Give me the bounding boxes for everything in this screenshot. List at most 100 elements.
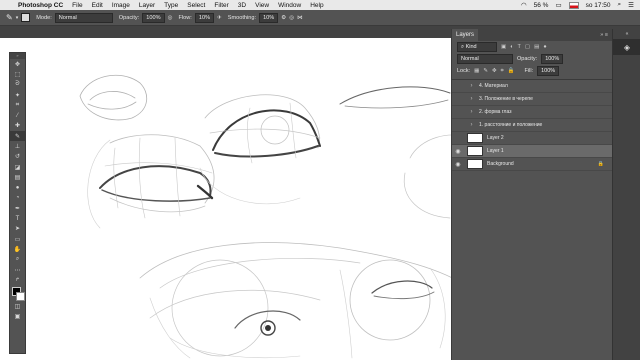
battery-icon[interactable]: ▭ (555, 1, 561, 9)
symmetry-icon[interactable]: ⋈ (297, 15, 303, 21)
menu-select[interactable]: Select (187, 2, 205, 9)
filter-pixel-icon[interactable]: ▣ (501, 44, 506, 50)
notification-center-icon[interactable]: ☰ (628, 1, 634, 9)
layer-row-selected[interactable]: ◉ Layer 1 (452, 145, 612, 158)
smoothing-settings-icon[interactable]: ⚙ (281, 15, 286, 21)
filter-adjustment-icon[interactable]: ◐ (510, 44, 513, 50)
lock-transparency-icon[interactable]: ▦ (474, 68, 479, 75)
layer-name[interactable]: Background (487, 161, 514, 167)
healing-brush-tool-icon[interactable]: ✚ (10, 121, 25, 131)
group-folder-icon[interactable]: › (464, 109, 479, 115)
layer-row-group[interactable]: › 4. Материал (452, 80, 612, 93)
wifi-icon[interactable]: ◠ (521, 1, 527, 9)
layer-filter-dropdown[interactable]: ⌕ Kind (457, 42, 497, 52)
visibility-eye-icon[interactable]: ◉ (452, 161, 464, 168)
brush-tool-icon[interactable]: ✎ (10, 131, 25, 142)
layers-panel-icon[interactable]: ◈ (613, 39, 640, 55)
opacity-label: Opacity: (517, 56, 538, 62)
layer-name[interactable]: Layer 2 (487, 135, 504, 141)
zoom-tool-icon[interactable]: ⌕ (10, 255, 25, 265)
opacity-field[interactable]: 100% (142, 12, 165, 23)
battery-percent[interactable]: 56 % (534, 2, 549, 9)
pen-tool-icon[interactable]: ✒ (10, 203, 25, 213)
menu-window[interactable]: Window (278, 2, 301, 9)
dock-collapse-icon[interactable]: « (613, 29, 640, 39)
quick-mask-icon[interactable]: ◫ (10, 302, 25, 312)
layer-row-group[interactable]: › 3. Положение в черепе (452, 93, 612, 106)
blur-tool-icon[interactable]: ● (10, 183, 25, 193)
swap-colors-icon[interactable]: ↱ (10, 275, 25, 285)
history-brush-tool-icon[interactable]: ↺ (10, 152, 25, 162)
gradient-tool-icon[interactable]: ▤ (10, 172, 25, 182)
screen-mode-icon[interactable]: ▣ (10, 312, 25, 322)
menu-file[interactable]: File (72, 2, 82, 9)
type-tool-icon[interactable]: T (10, 213, 25, 223)
background-color[interactable] (16, 291, 25, 301)
filter-toggle-icon[interactable]: ● (543, 44, 546, 50)
menu-filter[interactable]: Filter (214, 2, 228, 9)
visibility-eye-icon[interactable]: ◉ (452, 148, 464, 155)
layer-name[interactable]: 1. расстояние и положение (479, 122, 542, 128)
blend-mode-dropdown[interactable]: Normal (457, 54, 513, 64)
layer-row[interactable]: Layer 2 (452, 132, 612, 145)
fill-field[interactable]: 100% (537, 66, 560, 76)
flow-field[interactable]: 10% (194, 12, 215, 23)
panel-menu-icon[interactable]: » ≡ (600, 32, 608, 38)
move-tool-icon[interactable]: ✥ (10, 59, 25, 69)
lasso-tool-icon[interactable]: ᘐ (10, 80, 25, 90)
layers-panel: Layers » ≡ ⌕ Kind ▣ ◐ T ▢ ▤ ● Normal Opa… (451, 29, 612, 360)
pressure-opacity-icon[interactable]: ◎ (168, 15, 173, 21)
clock[interactable]: so 17:50 (586, 2, 611, 9)
more-tools-icon[interactable]: ⋯ (10, 265, 25, 275)
right-dock: « ◈ (612, 29, 640, 360)
filter-type-icon[interactable]: T (518, 44, 521, 50)
layer-name[interactable]: Layer 1 (487, 148, 504, 154)
brush-tool-icon[interactable]: ✎ (6, 13, 13, 22)
filter-smart-object-icon[interactable]: ▤ (534, 44, 539, 50)
quick-select-tool-icon[interactable]: ✦ (10, 90, 25, 100)
menu-edit[interactable]: Edit (92, 2, 103, 9)
lock-position-icon[interactable]: ✥ (492, 68, 497, 75)
color-swatches[interactable] (10, 286, 25, 302)
layer-row-group[interactable]: › 1. расстояние и положение (452, 119, 612, 132)
mode-dropdown[interactable]: Normal (54, 12, 113, 23)
lock-artboard-icon[interactable]: ⌗ (501, 68, 504, 75)
crop-tool-icon[interactable]: ⌗ (10, 100, 25, 110)
menu-view[interactable]: View (255, 2, 269, 9)
shape-tool-icon[interactable]: ▭ (10, 234, 25, 244)
path-select-tool-icon[interactable]: ➤ (10, 224, 25, 234)
lock-paint-icon[interactable]: ✎ (483, 68, 488, 75)
eyedropper-tool-icon[interactable]: ⁄ (10, 110, 25, 120)
airbrush-icon[interactable]: ✈ (217, 15, 222, 21)
clone-stamp-tool-icon[interactable]: ⊥ (10, 141, 25, 151)
layer-row-group[interactable]: › 2. форма глаз (452, 106, 612, 119)
group-folder-icon[interactable]: › (464, 83, 479, 89)
menu-image[interactable]: Image (112, 2, 130, 9)
layer-name[interactable]: 2. форма глаз (479, 109, 512, 115)
group-folder-icon[interactable]: › (464, 96, 479, 102)
app-menu[interactable]: Photoshop CC (18, 2, 63, 9)
lock-all-icon[interactable]: 🔒 (508, 68, 515, 75)
layer-name[interactable]: 4. Материал (479, 83, 508, 89)
layer-name[interactable]: 3. Положение в черепе (479, 96, 533, 102)
dodge-tool-icon[interactable]: ◔ (10, 193, 25, 203)
eraser-tool-icon[interactable]: ◪ (10, 162, 25, 172)
menu-help[interactable]: Help (310, 2, 323, 9)
spotlight-search-icon[interactable]: ⌕ (618, 1, 622, 9)
marquee-tool-icon[interactable]: ⬚ (10, 69, 25, 79)
group-folder-icon[interactable]: › (464, 122, 479, 128)
menu-type[interactable]: Type (164, 2, 178, 9)
input-flag-icon[interactable] (568, 1, 579, 9)
tool-options-bar: ✎ ▾ Mode: Normal Opacity: 100% ◎ Flow: 1… (0, 10, 640, 26)
smoothing-field[interactable]: 10% (259, 12, 279, 23)
brush-settings-icon[interactable] (21, 13, 31, 22)
hand-tool-icon[interactable]: ✋ (10, 244, 25, 254)
filter-shape-icon[interactable]: ▢ (525, 44, 530, 50)
layer-opacity-field[interactable]: 100% (541, 54, 564, 64)
brush-preset-picker[interactable]: ▾ (16, 15, 19, 21)
pressure-size-icon[interactable]: ◎ (289, 15, 294, 21)
menu-layer[interactable]: Layer (139, 2, 155, 9)
tab-layers[interactable]: Layers (452, 29, 479, 41)
layer-row-background[interactable]: ◉ Background 🔒 (452, 158, 612, 171)
menu-3d[interactable]: 3D (238, 2, 246, 9)
